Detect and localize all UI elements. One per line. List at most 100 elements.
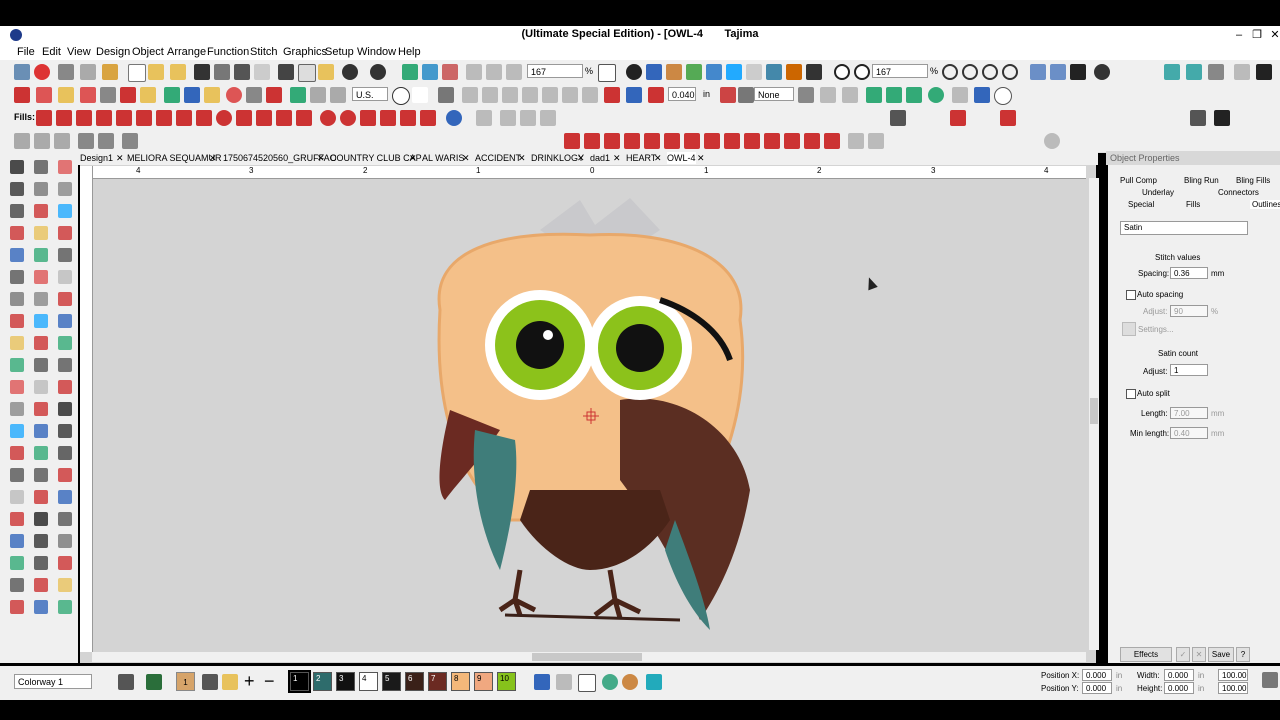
tool-button-icon[interactable] (10, 600, 24, 614)
shapes-icon[interactable] (184, 87, 200, 103)
info-icon[interactable] (626, 64, 642, 80)
stitch-c-icon[interactable] (1208, 64, 1224, 80)
owl-embroidery-design[interactable] (420, 190, 760, 645)
zoom-1-icon[interactable] (1002, 64, 1018, 80)
tool-button-icon[interactable] (10, 490, 24, 504)
zoom-fit-icon[interactable] (942, 64, 958, 80)
fill-20-icon[interactable] (420, 110, 436, 126)
color-palette-icon[interactable] (118, 674, 134, 690)
satin-15-icon[interactable] (848, 133, 864, 149)
fill-1-icon[interactable] (36, 110, 52, 126)
units-select[interactable]: U.S. (352, 87, 388, 101)
tool-button-icon[interactable] (34, 182, 48, 196)
fill-5-icon[interactable] (116, 110, 132, 126)
color-swatch[interactable]: 9 (474, 672, 493, 691)
stitch-b-icon[interactable] (1186, 64, 1202, 80)
fill-x3-icon[interactable] (520, 110, 536, 126)
satin-3-icon[interactable] (604, 133, 620, 149)
tool-button-icon[interactable] (58, 182, 72, 196)
star-icon[interactable] (204, 87, 220, 103)
zoom-select-2[interactable]: 167 (872, 64, 928, 78)
density-icon[interactable] (648, 87, 664, 103)
rotate-icon[interactable] (392, 87, 410, 105)
menu-window[interactable]: Window (357, 46, 396, 58)
zoom-out-icon[interactable] (982, 64, 998, 80)
fill-12-icon[interactable] (256, 110, 272, 126)
tool-button-icon[interactable] (10, 182, 24, 196)
tool-button-icon[interactable] (10, 270, 24, 284)
flip-icon[interactable] (78, 133, 94, 149)
pan-icon[interactable] (466, 64, 482, 80)
tools-icon[interactable] (80, 64, 96, 80)
tool-button-icon[interactable] (58, 424, 72, 438)
satin-11-icon[interactable] (764, 133, 780, 149)
menu-file[interactable]: File (17, 46, 35, 58)
select-6-icon[interactable] (562, 87, 578, 103)
satin-12-icon[interactable] (784, 133, 800, 149)
position-x-field[interactable]: 0.000 (1082, 669, 1112, 681)
help-button[interactable]: ? (1236, 647, 1250, 662)
tool-button-icon[interactable] (34, 424, 48, 438)
scale-icon[interactable] (122, 133, 138, 149)
save-icon[interactable] (194, 64, 210, 80)
tool-button-icon[interactable] (58, 226, 72, 240)
vertical-scrollbar[interactable] (1089, 178, 1099, 650)
tool-button-icon[interactable] (34, 534, 48, 548)
select-5-icon[interactable] (542, 87, 558, 103)
layers-icon[interactable] (686, 64, 702, 80)
export-machine-icon[interactable] (422, 64, 438, 80)
tool-button-icon[interactable] (34, 336, 48, 350)
tool-button-icon[interactable] (58, 292, 72, 306)
move-icon[interactable] (54, 133, 70, 149)
height-field[interactable]: 0.000 (1164, 682, 1194, 694)
select-2-icon[interactable] (482, 87, 498, 103)
satin-7-icon[interactable] (684, 133, 700, 149)
minimize-icon[interactable]: – (1232, 28, 1246, 42)
wilcom-icon[interactable] (34, 64, 50, 80)
tool-button-icon[interactable] (10, 556, 24, 570)
horizontal-scroll-thumb[interactable] (532, 653, 642, 661)
fill-y4-icon[interactable] (1190, 110, 1206, 126)
tool-button-icon[interactable] (34, 314, 48, 328)
fill-11-icon[interactable] (236, 110, 252, 126)
fill-15-icon[interactable] (320, 110, 336, 126)
menu-graphics[interactable]: Graphics (283, 46, 327, 58)
fill-14-icon[interactable] (296, 110, 312, 126)
line-tool-icon[interactable] (578, 674, 596, 692)
stitch-type-2-icon[interactable] (36, 87, 52, 103)
doc-tab-active[interactable]: OWL-4 (667, 152, 696, 164)
effect-2-icon[interactable] (820, 87, 836, 103)
tool-button-icon[interactable] (10, 292, 24, 306)
effect-8-icon[interactable] (952, 87, 968, 103)
color-sel-icon[interactable] (604, 87, 620, 103)
effect-4-icon[interactable] (866, 87, 882, 103)
color-swatch[interactable]: 6 (405, 672, 424, 691)
grid-icon[interactable] (746, 64, 762, 80)
tool-button-icon[interactable] (58, 446, 72, 460)
tool-button-icon[interactable] (58, 358, 72, 372)
stitch-type-5-icon[interactable] (100, 87, 116, 103)
tab-bling-fills[interactable]: Bling Fills (1236, 176, 1270, 185)
settings-gear-icon[interactable] (1094, 64, 1110, 80)
menu-help[interactable]: Help (398, 46, 421, 58)
menu-stitch[interactable]: Stitch (250, 46, 278, 58)
applique-icon[interactable] (266, 87, 282, 103)
slide-icon[interactable] (598, 64, 616, 82)
tool-button-icon[interactable] (58, 380, 72, 394)
stitch-type-6-icon[interactable] (120, 87, 136, 103)
fill-x1-icon[interactable] (476, 110, 492, 126)
sequence-bars-icon[interactable] (534, 674, 550, 690)
cut-icon[interactable] (278, 64, 294, 80)
pan2-icon[interactable] (486, 64, 502, 80)
color-wheel-icon[interactable] (602, 674, 618, 690)
remove-color-icon[interactable]: − (264, 672, 275, 690)
color-swatch[interactable]: 5 (382, 672, 401, 691)
spacing-input[interactable]: 0.36 (1170, 267, 1208, 279)
fill-13-icon[interactable] (276, 110, 292, 126)
menu-design[interactable]: Design (96, 46, 130, 58)
satin-10-icon[interactable] (744, 133, 760, 149)
tool-button-icon[interactable] (10, 248, 24, 262)
satin-1-icon[interactable] (564, 133, 580, 149)
paste-icon[interactable] (318, 64, 334, 80)
effect-1-icon[interactable] (798, 87, 814, 103)
